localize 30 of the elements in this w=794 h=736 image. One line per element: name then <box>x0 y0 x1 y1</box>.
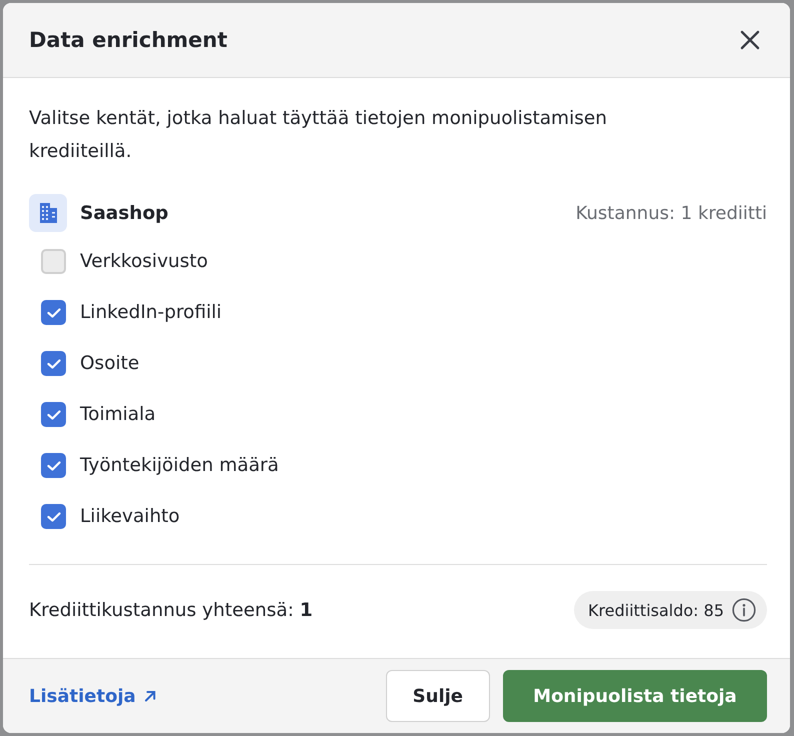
checkbox-label[interactable]: Verkkosivusto <box>80 251 208 272</box>
dialog-description: Valitse kentät, jotka haluat täyttää tietojen monipuolistamisen krediiteillä. <box>29 107 608 164</box>
building-icon <box>29 194 67 232</box>
checkbox-label[interactable]: Toimiala <box>80 404 156 425</box>
credit-cost: Kustannus: 1 krediitti <box>576 202 767 224</box>
enrich-button[interactable]: Monipuolista tietoja <box>503 670 767 722</box>
company-name: Saashop <box>80 202 168 224</box>
close-icon <box>740 30 760 50</box>
checkbox-label[interactable]: Liikevaihto <box>80 506 180 527</box>
check-icon <box>46 358 60 368</box>
info-icon[interactable] <box>732 598 756 622</box>
arrow-icon <box>144 690 156 702</box>
check-icon <box>46 512 60 522</box>
checkbox-label[interactable]: Työntekijöiden määrä <box>80 455 279 476</box>
checkbox-label[interactable]: LinkedIn-profiili <box>80 302 222 323</box>
learn-more-link[interactable]: Lisätietoja <box>29 686 156 706</box>
credit-balance: Krediittisaldo: 85 <box>588 600 724 620</box>
close-dialog-button[interactable]: Sulje <box>386 670 490 722</box>
total-credit-cost: Krediittikustannus yhteensä: 1 <box>29 600 313 620</box>
checkbox[interactable] <box>41 249 66 274</box>
checkbox-label[interactable]: Osoite <box>80 353 140 374</box>
check-icon <box>46 410 60 420</box>
check-icon <box>46 460 60 470</box>
checkbox[interactable] <box>41 402 66 427</box>
checkbox[interactable] <box>41 453 66 478</box>
dialog-title: Data enrichment <box>29 28 228 52</box>
checkbox[interactable] <box>41 351 66 376</box>
check-icon <box>46 308 60 318</box>
checkbox[interactable] <box>41 300 66 325</box>
checkbox[interactable] <box>41 504 66 529</box>
